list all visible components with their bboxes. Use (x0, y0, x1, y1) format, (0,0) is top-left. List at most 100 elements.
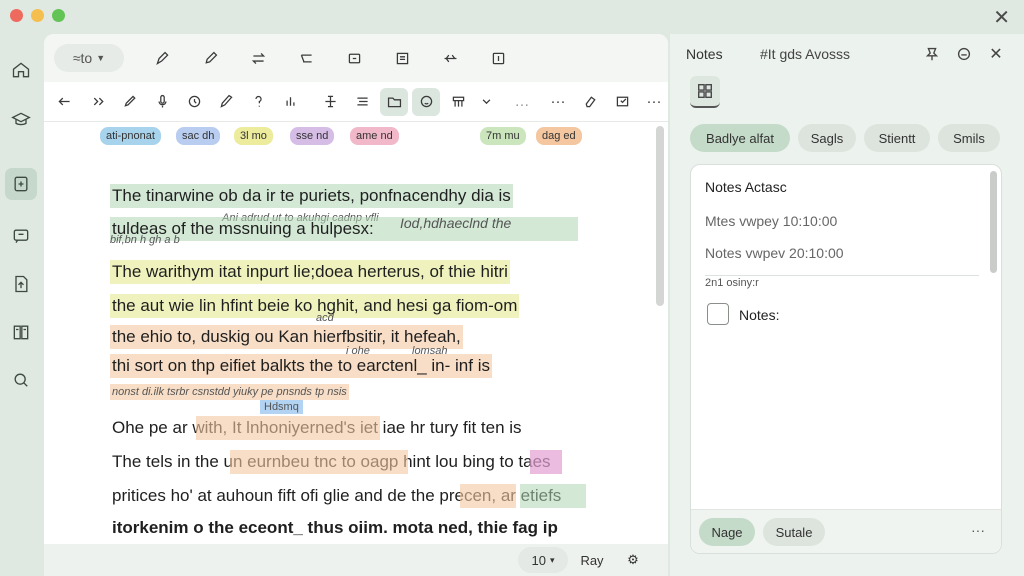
filter-chip[interactable]: Smils (938, 124, 1000, 152)
back-arrow-icon[interactable] (50, 88, 78, 116)
settings-gear-icon[interactable]: ⚙ (620, 547, 646, 573)
text-line: The warithym itat inpurt lie;doea herter… (110, 260, 510, 284)
zoom-value: 10 (531, 552, 546, 568)
help-icon[interactable] (244, 88, 272, 116)
editing-toolbar: … ··· ··· (44, 82, 668, 122)
notes-subtitle: #It gds Avosss (760, 46, 851, 62)
text-line: itorkenim o the eceont_ thus oiim. mota … (112, 518, 558, 537)
transform-icon[interactable] (292, 44, 320, 72)
frame-icon[interactable] (340, 44, 368, 72)
text-line: thi sort on thp eifiet balkts the to ear… (110, 354, 492, 378)
brush-icon[interactable] (212, 88, 240, 116)
forward-icon[interactable] (84, 88, 112, 116)
align-icon[interactable] (348, 88, 376, 116)
note-checkbox[interactable] (707, 303, 729, 325)
status-bar: 10 ▾ Ray ⚙ (44, 544, 668, 576)
highlight (460, 484, 516, 508)
formatting-toolbar: ≈to ▼ (44, 34, 668, 82)
crop-icon[interactable] (608, 88, 636, 116)
chart-icon[interactable] (276, 88, 304, 116)
zoom-select[interactable]: 10 ▾ (518, 547, 568, 573)
pen-icon[interactable] (148, 44, 176, 72)
note-entry[interactable]: Mtes vwpey 10:10:00 (705, 213, 837, 229)
highlight (230, 450, 408, 474)
tag-chip[interactable]: dag ed (536, 127, 582, 145)
tag-chip[interactable]: sac dh (176, 127, 221, 145)
emoji-icon[interactable] (412, 87, 440, 116)
close-icon[interactable]: ✕ (993, 5, 1010, 30)
left-rail (0, 34, 42, 576)
text-block-icon[interactable] (388, 44, 416, 72)
microphone-icon[interactable] (148, 88, 176, 116)
tag-chip[interactable]: ame nd (350, 127, 399, 145)
mode-label[interactable]: Ray (572, 547, 612, 573)
tag-chips: ati-pnonat sac dh 3l mo sse nd ame nd 7m… (100, 127, 620, 145)
filter-chip[interactable]: Stientt (864, 124, 930, 152)
note-scrollbar[interactable] (990, 171, 997, 273)
search-icon[interactable] (5, 364, 37, 396)
document-scrollbar[interactable] (656, 126, 664, 306)
graduation-cap-icon[interactable] (5, 104, 37, 136)
maximize-window-button[interactable] (52, 9, 65, 22)
note-card-footer: Nage Sutale ··· (691, 509, 1001, 553)
swap-icon[interactable] (244, 44, 272, 72)
document-body[interactable]: The tinarwine ob da ir te puriets, ponfn… (110, 180, 650, 540)
home-icon[interactable] (5, 54, 37, 86)
pencil-icon[interactable] (196, 44, 224, 72)
eraser-icon[interactable] (576, 88, 604, 116)
refresh-icon[interactable] (180, 88, 208, 116)
filter-chip[interactable]: Badlye alfat (690, 124, 790, 152)
pin-icon[interactable] (920, 42, 944, 66)
highlight (530, 450, 562, 474)
tag-chip[interactable]: ati-pnonat (100, 127, 161, 145)
minimize-window-button[interactable] (31, 9, 44, 22)
text-line: the ehio to, duskig ou Kan hierfbsitir, … (110, 325, 463, 349)
note-card: Notes Actasc Mtes vwpey 10:10:00 Notes v… (690, 164, 1002, 554)
highlight (520, 484, 586, 508)
link-icon[interactable] (436, 44, 464, 72)
document-icon[interactable] (5, 268, 37, 300)
note-action-button[interactable]: Sutale (763, 518, 825, 546)
close-icon[interactable]: ✕ (984, 42, 1008, 66)
note-entry[interactable]: Notes vwpev 20:10:00 (705, 245, 844, 261)
chevron-down-icon: ▼ (96, 53, 106, 63)
window-controls (10, 9, 65, 22)
annotation: nonst di.ilk tsrbr csnstdd yiuky pe pnsn… (110, 384, 349, 400)
annotation: Iod,hdhaeclnd the (400, 215, 512, 231)
note-icon[interactable] (5, 168, 37, 200)
ellipsis-faint-icon[interactable]: … (508, 88, 536, 116)
style-select[interactable]: ≈to ▼ (54, 44, 124, 72)
text-cursor-icon[interactable] (316, 88, 344, 116)
annotation: acd (316, 312, 334, 324)
annotation-badge: Hdsmq (260, 400, 303, 414)
more-icon[interactable]: ··· (544, 88, 572, 116)
grid-view-icon[interactable] (690, 76, 720, 108)
notes-panel: Notes #It gds Avosss ✕ Badlye alfat Sagl… (670, 34, 1024, 576)
filter-chip[interactable]: Sagls (798, 124, 856, 152)
chevron-down-icon[interactable] (472, 88, 500, 116)
note-meta: 2n1 osiny:r (705, 277, 759, 289)
tag-chip[interactable]: 3l mo (234, 127, 273, 145)
text-line: the aut wie lin hfint beie ko hghit, and… (110, 294, 520, 318)
note-checkbox-label: Notes: (739, 307, 780, 323)
overflow-icon[interactable]: ··· (640, 88, 668, 116)
note-action-button[interactable]: Nage (699, 518, 755, 546)
table-icon[interactable] (444, 88, 472, 116)
annotation: bif,bn h gh a b (110, 234, 180, 246)
emoji-icon[interactable] (952, 42, 976, 66)
more-icon[interactable]: ··· (971, 522, 985, 538)
comment-icon[interactable] (5, 220, 37, 252)
book-icon[interactable] (5, 316, 37, 348)
close-window-button[interactable] (10, 9, 23, 22)
notes-title: Notes (686, 46, 723, 62)
folder-icon[interactable] (380, 87, 408, 116)
tag-chip[interactable]: sse nd (290, 127, 335, 145)
note-card-title[interactable]: Notes Actasc (705, 179, 787, 195)
insert-box-icon[interactable] (484, 44, 512, 72)
tag-chip[interactable]: 7m mu (480, 127, 526, 145)
chevron-down-icon: ▾ (549, 554, 555, 565)
highlight (196, 416, 380, 440)
divider (705, 275, 979, 276)
highlighter-icon[interactable] (116, 88, 144, 116)
text-line: The tinarwine ob da ir te puriets, ponfn… (110, 184, 513, 208)
